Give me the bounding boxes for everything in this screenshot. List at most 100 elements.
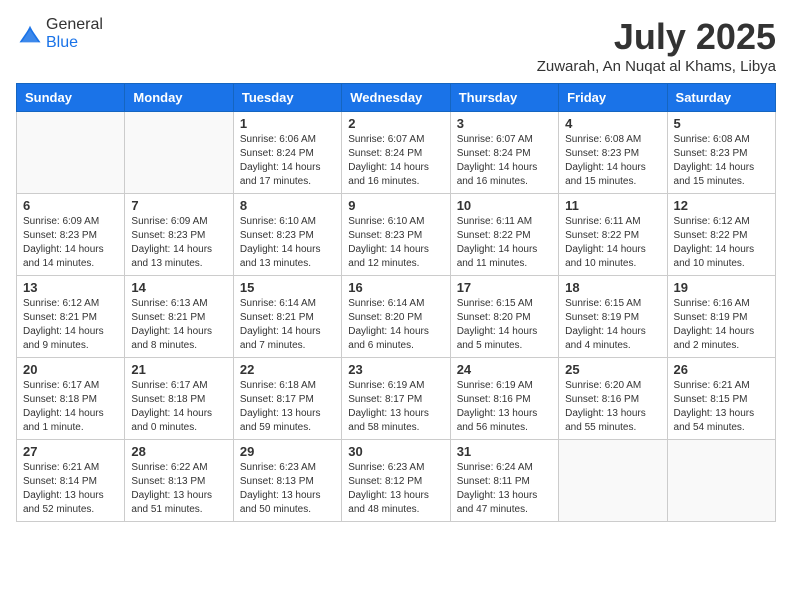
- day-number: 4: [565, 116, 660, 131]
- day-number: 26: [674, 362, 769, 377]
- day-info: Sunrise: 6:15 AM Sunset: 8:19 PM Dayligh…: [565, 297, 660, 353]
- month-title: July 2025: [537, 16, 776, 58]
- calendar-week-row: 6 Sunrise: 6:09 AM Sunset: 8:23 PM Daylig…: [17, 194, 776, 276]
- day-info: Sunrise: 6:14 AM Sunset: 8:21 PM Dayligh…: [240, 297, 335, 353]
- table-row: 9Sunrise: 6:10 AM Sunset: 8:23 PM Daylig…: [342, 194, 450, 276]
- day-number: 23: [348, 362, 443, 377]
- table-row: 18 Sunrise: 6:15 AM Sunset: 8:19 PM Dayli…: [559, 276, 667, 358]
- day-number: 24: [457, 362, 552, 377]
- calendar-week-row: 20 Sunrise: 6:17 AM Sunset: 8:18 PM Dayli…: [17, 358, 776, 440]
- day-number: 6: [23, 198, 118, 213]
- table-row: 30 Sunrise: 6:23 AM Sunset: 8:12 PM Dayli…: [342, 440, 450, 522]
- table-row: 20Sunrise: 6:17 AM Sunset: 8:18 PM Dayli…: [17, 358, 125, 440]
- col-monday: Monday: [125, 84, 233, 112]
- day-number: 29: [240, 444, 335, 459]
- title-area: July 2025 Zuwarah, An Nuqat al Khams, Li…: [537, 16, 776, 75]
- day-number: 2: [348, 116, 443, 131]
- day-number: 8: [240, 198, 335, 213]
- day-info: Sunrise: 6:24 AM Sunset: 8:11 PM Dayligh…: [457, 461, 552, 517]
- table-row: [667, 440, 775, 522]
- day-info: Sunrise: 6:11 AM Sunset: 8:22 PM Dayligh…: [457, 215, 552, 271]
- table-row: 10Sunrise: 6:11 AM Sunset: 8:22 PM Dayli…: [450, 194, 558, 276]
- calendar-table: Sunday Monday Tuesday Wednesday Thursday…: [16, 83, 776, 522]
- logo-text: General Blue: [46, 16, 103, 52]
- col-sunday: Sunday: [17, 84, 125, 112]
- day-number: 18: [565, 280, 660, 295]
- day-number: 3: [457, 116, 552, 131]
- day-number: 22: [240, 362, 335, 377]
- day-number: 12: [674, 198, 769, 213]
- calendar-week-row: 1 Sunrise: 6:06 AM Sunset: 8:24 PM Daylig…: [17, 112, 776, 194]
- col-saturday: Saturday: [667, 84, 775, 112]
- day-number: 7: [131, 198, 226, 213]
- day-info: Sunrise: 6:23 AM Sunset: 8:12 PM Dayligh…: [348, 461, 443, 517]
- table-row: 24 Sunrise: 6:19 AM Sunset: 8:16 PM Dayli…: [450, 358, 558, 440]
- table-row: 23 Sunrise: 6:19 AM Sunset: 8:17 PM Dayli…: [342, 358, 450, 440]
- col-wednesday: Wednesday: [342, 84, 450, 112]
- col-tuesday: Tuesday: [233, 84, 341, 112]
- day-info: Sunrise: 6:07 AM Sunset: 8:24 PM Dayligh…: [348, 133, 443, 189]
- table-row: 5 Sunrise: 6:08 AM Sunset: 8:23 PM Daylig…: [667, 112, 775, 194]
- calendar-header-row: Sunday Monday Tuesday Wednesday Thursday…: [17, 84, 776, 112]
- day-number: 14: [131, 280, 226, 295]
- day-info: Sunrise: 6:08 AM Sunset: 8:23 PM Dayligh…: [674, 133, 769, 189]
- day-info: Sunrise: 6:07 AM Sunset: 8:24 PM Dayligh…: [457, 133, 552, 189]
- day-number: 20: [23, 362, 118, 377]
- day-info: Sunrise: 6:15 AM Sunset: 8:20 PM Dayligh…: [457, 297, 552, 353]
- day-info: Sunrise: 6:10 AM Sunset: 8:23 PM Dayligh…: [348, 215, 443, 271]
- day-info: Sunrise: 6:18 AM Sunset: 8:17 PM Dayligh…: [240, 379, 335, 435]
- logo: General Blue: [16, 16, 103, 52]
- table-row: [125, 112, 233, 194]
- day-info: Sunrise: 6:23 AM Sunset: 8:13 PM Dayligh…: [240, 461, 335, 517]
- table-row: 16 Sunrise: 6:14 AM Sunset: 8:20 PM Dayli…: [342, 276, 450, 358]
- calendar-week-row: 13Sunrise: 6:12 AM Sunset: 8:21 PM Dayli…: [17, 276, 776, 358]
- table-row: 29 Sunrise: 6:23 AM Sunset: 8:13 PM Dayli…: [233, 440, 341, 522]
- table-row: 15Sunrise: 6:14 AM Sunset: 8:21 PM Dayli…: [233, 276, 341, 358]
- table-row: 28 Sunrise: 6:22 AM Sunset: 8:13 PM Dayli…: [125, 440, 233, 522]
- day-number: 1: [240, 116, 335, 131]
- day-number: 5: [674, 116, 769, 131]
- day-number: 28: [131, 444, 226, 459]
- table-row: [17, 112, 125, 194]
- day-info: Sunrise: 6:06 AM Sunset: 8:24 PM Dayligh…: [240, 133, 335, 189]
- table-row: 12Sunrise: 6:12 AM Sunset: 8:22 PM Dayli…: [667, 194, 775, 276]
- logo-icon: [16, 20, 44, 48]
- day-info: Sunrise: 6:10 AM Sunset: 8:23 PM Dayligh…: [240, 215, 335, 271]
- day-info: Sunrise: 6:14 AM Sunset: 8:20 PM Dayligh…: [348, 297, 443, 353]
- day-info: Sunrise: 6:09 AM Sunset: 8:23 PM Dayligh…: [23, 215, 118, 271]
- table-row: 6 Sunrise: 6:09 AM Sunset: 8:23 PM Daylig…: [17, 194, 125, 276]
- table-row: [559, 440, 667, 522]
- table-row: 4Sunrise: 6:08 AM Sunset: 8:23 PM Daylig…: [559, 112, 667, 194]
- day-info: Sunrise: 6:17 AM Sunset: 8:18 PM Dayligh…: [131, 379, 226, 435]
- table-row: 27Sunrise: 6:21 AM Sunset: 8:14 PM Dayli…: [17, 440, 125, 522]
- table-row: 25Sunrise: 6:20 AM Sunset: 8:16 PM Dayli…: [559, 358, 667, 440]
- logo-general: General: [46, 16, 103, 33]
- day-info: Sunrise: 6:16 AM Sunset: 8:19 PM Dayligh…: [674, 297, 769, 353]
- day-number: 31: [457, 444, 552, 459]
- day-number: 19: [674, 280, 769, 295]
- logo-blue: Blue: [46, 34, 78, 51]
- table-row: 11Sunrise: 6:11 AM Sunset: 8:22 PM Dayli…: [559, 194, 667, 276]
- day-info: Sunrise: 6:11 AM Sunset: 8:22 PM Dayligh…: [565, 215, 660, 271]
- day-info: Sunrise: 6:21 AM Sunset: 8:14 PM Dayligh…: [23, 461, 118, 517]
- day-number: 16: [348, 280, 443, 295]
- day-info: Sunrise: 6:19 AM Sunset: 8:17 PM Dayligh…: [348, 379, 443, 435]
- day-number: 30: [348, 444, 443, 459]
- day-info: Sunrise: 6:19 AM Sunset: 8:16 PM Dayligh…: [457, 379, 552, 435]
- table-row: 26 Sunrise: 6:21 AM Sunset: 8:15 PM Dayli…: [667, 358, 775, 440]
- day-number: 17: [457, 280, 552, 295]
- day-number: 21: [131, 362, 226, 377]
- table-row: 21 Sunrise: 6:17 AM Sunset: 8:18 PM Dayli…: [125, 358, 233, 440]
- table-row: 17 Sunrise: 6:15 AM Sunset: 8:20 PM Dayli…: [450, 276, 558, 358]
- table-row: 19 Sunrise: 6:16 AM Sunset: 8:19 PM Dayli…: [667, 276, 775, 358]
- day-info: Sunrise: 6:22 AM Sunset: 8:13 PM Dayligh…: [131, 461, 226, 517]
- col-thursday: Thursday: [450, 84, 558, 112]
- day-info: Sunrise: 6:21 AM Sunset: 8:15 PM Dayligh…: [674, 379, 769, 435]
- table-row: 3 Sunrise: 6:07 AM Sunset: 8:24 PM Daylig…: [450, 112, 558, 194]
- day-info: Sunrise: 6:20 AM Sunset: 8:16 PM Dayligh…: [565, 379, 660, 435]
- day-info: Sunrise: 6:09 AM Sunset: 8:23 PM Dayligh…: [131, 215, 226, 271]
- table-row: 2 Sunrise: 6:07 AM Sunset: 8:24 PM Daylig…: [342, 112, 450, 194]
- day-number: 13: [23, 280, 118, 295]
- table-row: 1 Sunrise: 6:06 AM Sunset: 8:24 PM Daylig…: [233, 112, 341, 194]
- location-title: Zuwarah, An Nuqat al Khams, Libya: [537, 58, 776, 75]
